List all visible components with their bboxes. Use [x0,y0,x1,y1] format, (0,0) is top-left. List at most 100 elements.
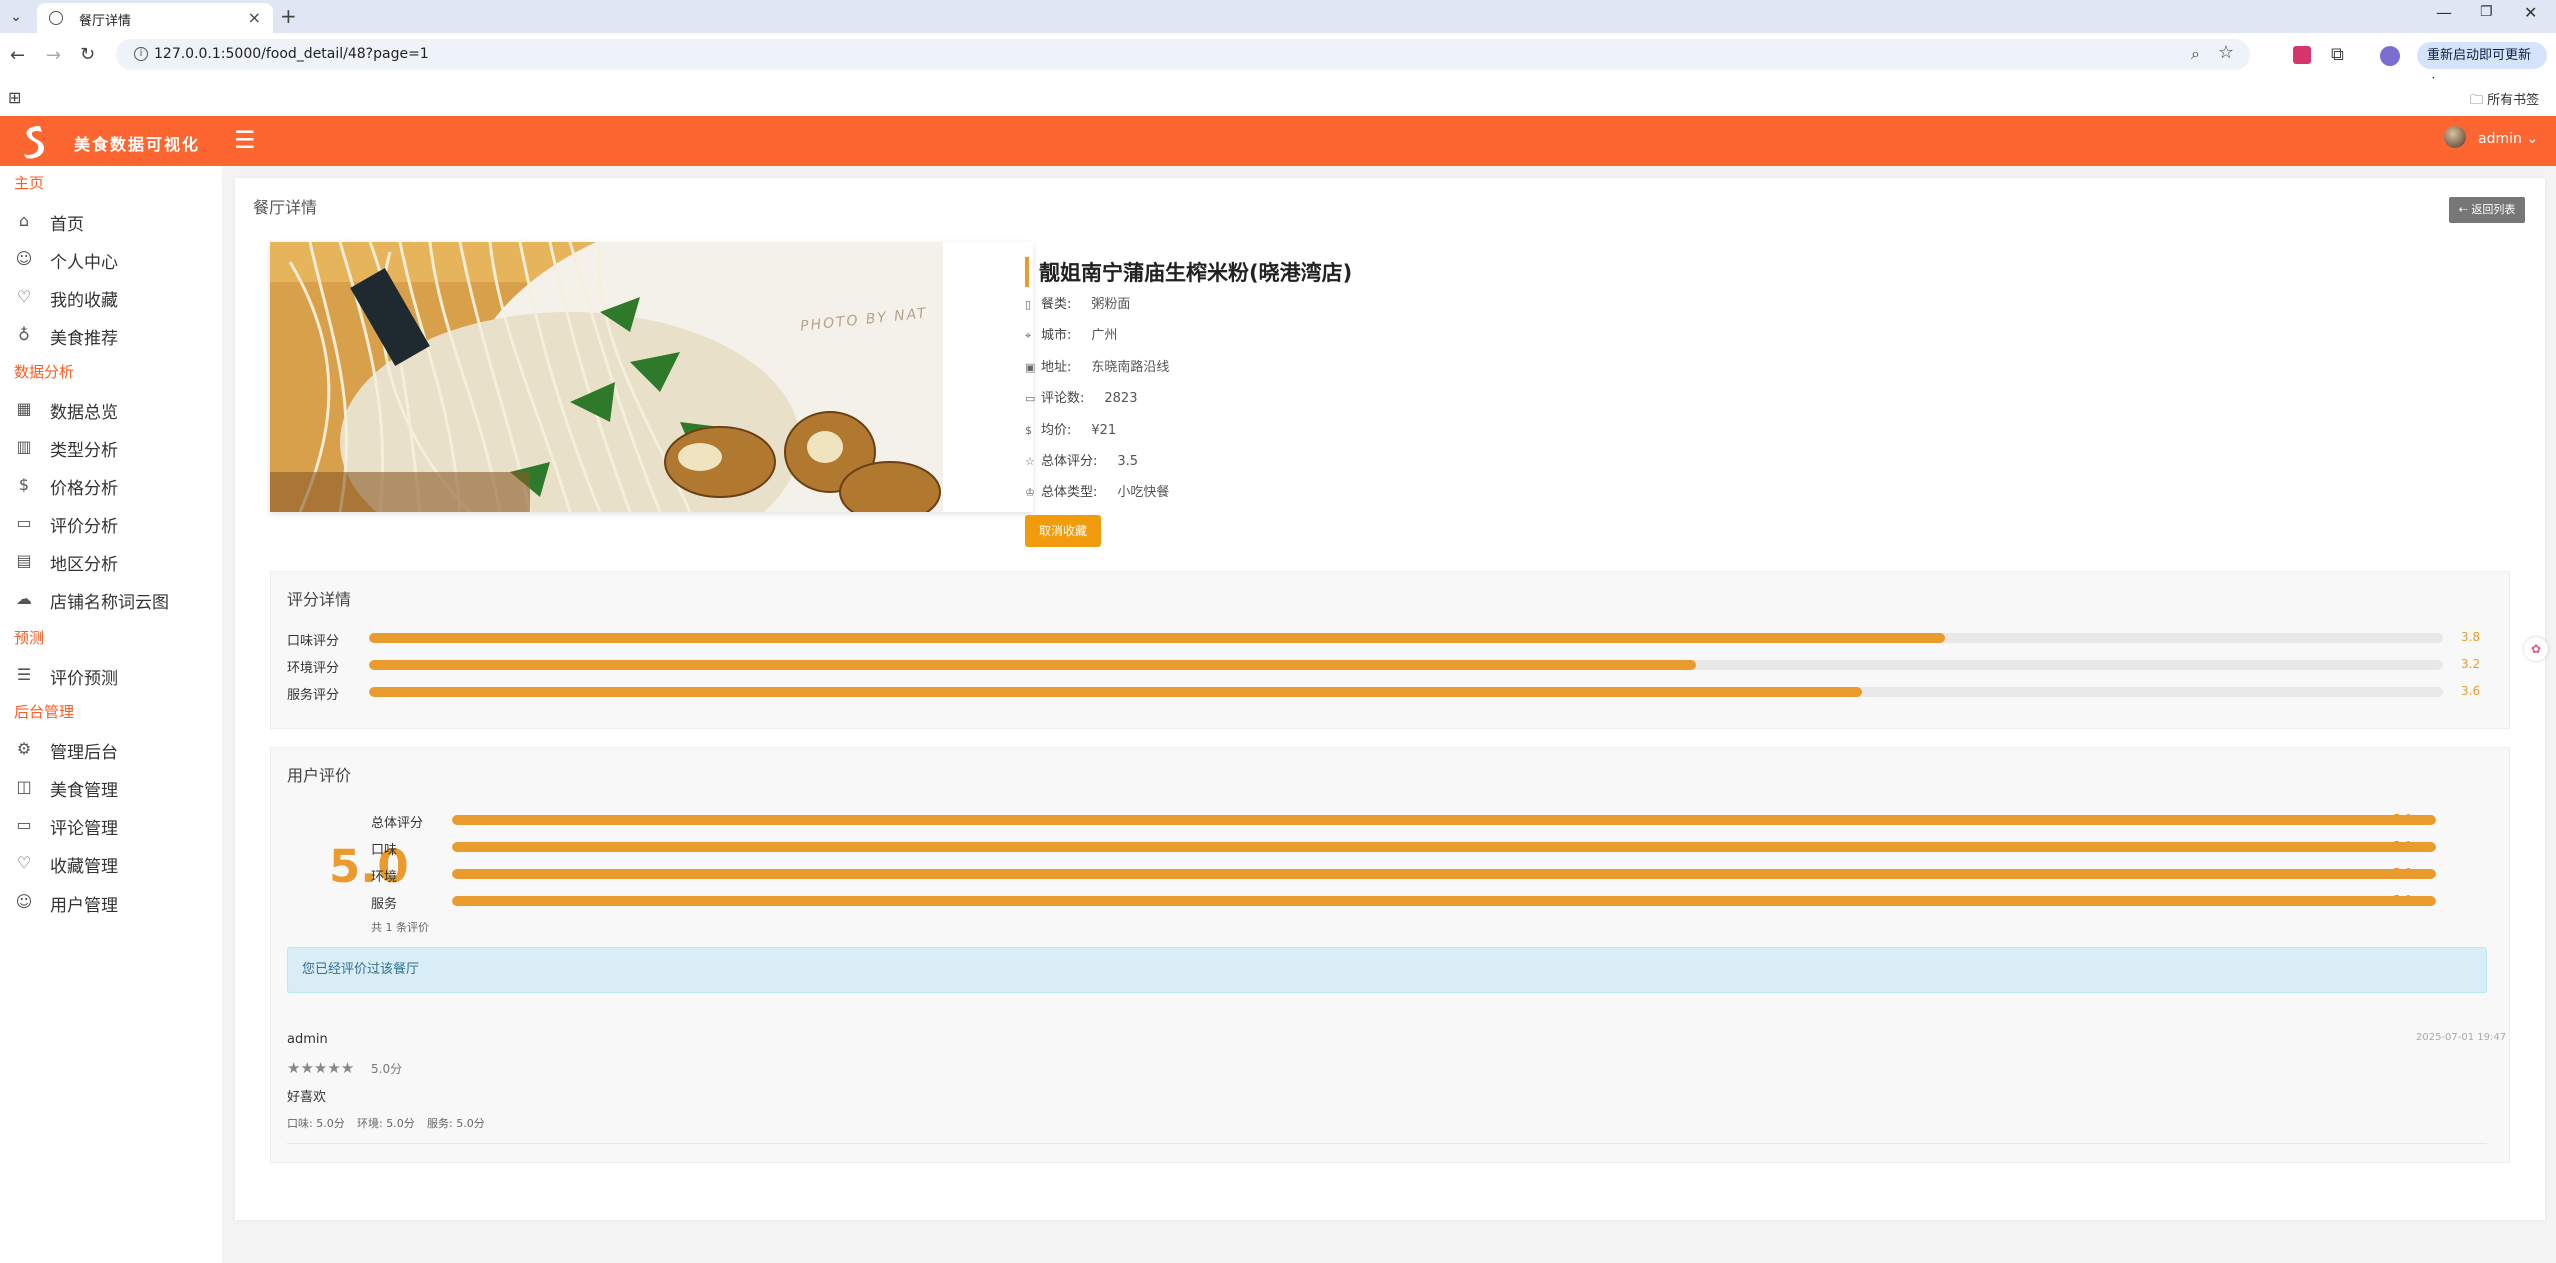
sidebar-item-price[interactable]: $ 价格分析 [14,472,214,499]
app-header: 美食数据可视化 ☰ admin ⌄ [0,116,2556,166]
back-icon[interactable]: ← [10,45,25,66]
menu-toggle-icon[interactable]: ☰ [234,126,256,154]
sidebar-item-label: 用户管理 [50,896,118,916]
sidebar-item-label: 收藏管理 [50,857,118,877]
gear-icon: ⚙ [16,739,32,758]
already-reviewed-alert: 您已经评价过该餐厅 [287,947,2487,993]
sidebar-item-rating[interactable]: ▭ 评价分析 [14,510,214,537]
floating-assistant-icon[interactable]: ✿ [2524,637,2548,661]
user-reviews-title: 用户评价 [287,766,352,785]
review-value: 5.0 [2393,866,2413,880]
zoom-icon[interactable]: ⌕ [2191,44,2200,64]
sidebar-item-region[interactable]: ▤ 地区分析 [14,548,214,575]
globe-icon [49,11,63,25]
star-rating-icon: ★★★★★ [287,1059,355,1077]
comment-environment-score: 环境: 5.0分 [357,1117,415,1130]
info-type: ♔ 总体类型: 小吃快餐 [1025,481,1169,500]
sidebar-item-label: 首页 [50,215,84,235]
page-title: 餐厅详情 [253,198,318,217]
review-value: 5.0 [2393,893,2413,907]
user-reviews-panel: 用户评价 5.0 总体评分 5.0 口味 5.0 环境 5.0 服务 5.0 共… [270,747,2510,1163]
comment-icon: ▭ [16,513,32,532]
reload-icon[interactable]: ↻ [80,44,95,65]
minimize-icon[interactable]: — [2436,3,2452,22]
sidebar-item-comment-admin[interactable]: ▭ 评论管理 [14,812,214,839]
info-value: 广州 [1091,328,1118,343]
profile-icon[interactable] [2380,46,2400,66]
rating-value: 3.2 [2461,657,2481,671]
rating-label: 环境评分 [287,661,340,676]
comment-time: 2025-07-01 19:47 [2416,1032,2507,1043]
apps-icon[interactable]: ⊞ [8,88,21,107]
box-icon: ◫ [16,777,32,796]
crown-icon: ♔ [1025,486,1035,499]
review-value: 5.0 [2393,812,2413,826]
all-bookmarks[interactable]: 🗀 所有书签 [2470,89,2539,113]
unfavorite-button[interactable]: 取消收藏 [1025,515,1101,547]
bookmarks-bar: ⊞ 🗀 所有书签 [0,80,2556,116]
site-info-icon[interactable]: i [134,47,148,61]
close-icon[interactable]: × [248,8,261,27]
puzzle-icon[interactable]: ⧉ [2331,44,2344,65]
service-review-row: 服务 5.0 [371,892,2491,912]
sidebar-item-fav-admin[interactable]: ♡ 收藏管理 [14,850,214,877]
user-menu[interactable]: admin ⌄ [2478,131,2538,147]
rating-bar-fill [369,687,1863,697]
avatar[interactable] [2444,126,2466,148]
sidebar-item-label: 我的收藏 [50,291,118,311]
back-to-list-button[interactable]: ⇠ 返回列表 [2449,197,2525,223]
brand-title: 美食数据可视化 [74,135,201,154]
sidebar-item-label: 价格分析 [50,479,118,499]
review-bar-track [452,815,2436,825]
browser-tab-bar: ⌄ 餐厅详情 × + — ❐ ✕ [0,0,2556,33]
window-close-icon[interactable]: ✕ [2524,3,2537,22]
review-bar-fill [452,842,2436,852]
sidebar-item-favorites[interactable]: ♡ 我的收藏 [14,284,214,311]
sidebar-item-profile[interactable]: ☺ 个人中心 [14,246,214,273]
review-bar-track [452,896,2436,906]
sidebar-item-type[interactable]: ▥ 类型分析 [14,434,214,461]
sidebar-item-label: 管理后台 [50,743,118,763]
layout-icon: ▦ [16,399,32,418]
update-button[interactable]: 重新启动即可更新 ⋮ [2417,42,2547,90]
sidebar-item-admin[interactable]: ⚙ 管理后台 [14,736,214,763]
review-label: 环境 [371,870,398,885]
review-bar-fill [452,869,2436,879]
building-icon: ▣ [1025,361,1036,374]
info-key: 城市: [1041,328,1072,343]
sidebar-item-home[interactable]: ⌂ 首页 [14,208,214,235]
url-input[interactable]: i 127.0.0.1:5000/food_detail/48?page=1 ⌕… [116,39,2250,70]
forward-icon[interactable]: → [46,45,61,66]
divider [287,1143,2487,1144]
browser-tab[interactable]: 餐厅详情 × [37,3,273,33]
environment-review-row: 环境 5.0 [371,865,2491,885]
review-label: 总体评分 [371,816,424,831]
comment-taste-score: 口味: 5.0分 [287,1117,345,1130]
sidebar-item-user-admin[interactable]: ☺ 用户管理 [14,889,214,916]
restore-icon[interactable]: ❐ [2480,4,2493,20]
rating-label: 服务评分 [287,688,340,703]
sidebar-item-overview[interactable]: ▦ 数据总览 [14,396,214,423]
sidebar-item-food-admin[interactable]: ◫ 美食管理 [14,774,214,801]
lightbulb-icon: ♁ [18,325,30,344]
map-icon: ▤ [16,551,32,570]
sidebar-item-wordcloud[interactable]: ☁ 店铺名称词云图 [14,586,214,613]
review-label: 口味 [371,843,398,858]
heart-icon: ♡ [16,287,32,306]
sidebar-item-label: 评论管理 [50,819,118,839]
info-value: ¥21 [1091,423,1117,438]
sidebar-item-recommend[interactable]: ♁ 美食推荐 [14,322,214,349]
home-icon: ⌂ [18,211,30,230]
bookmark-star-icon[interactable]: ☆ [2218,42,2234,63]
rating-bar-fill [369,633,1946,643]
review-label: 服务 [371,897,398,912]
tab-list-icon[interactable]: ⌄ [6,8,26,26]
extension-icon[interactable] [2293,46,2311,64]
comment-user: admin [287,1032,328,1047]
all-bookmarks-label: 所有书签 [2487,93,2540,108]
new-tab-icon[interactable]: + [280,4,297,28]
tab-title: 餐厅详情 [79,14,132,29]
sidebar-item-predict[interactable]: ☰ 评价预测 [14,662,214,689]
info-value: 小吃快餐 [1117,485,1170,500]
heart-handshake-icon: ♡ [16,853,32,872]
